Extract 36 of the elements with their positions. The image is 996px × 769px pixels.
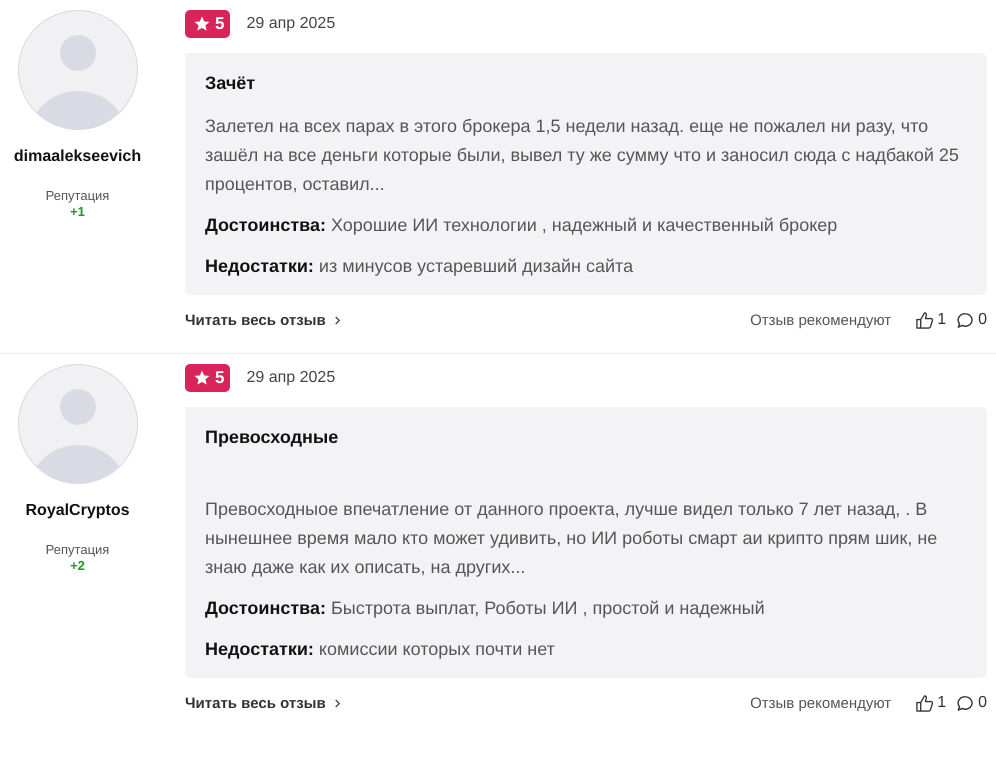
review-date: 29 апр 2025 <box>246 369 336 387</box>
like-button[interactable]: 1 <box>915 694 946 712</box>
comments-button[interactable]: 0 <box>956 694 987 712</box>
pros-text: Достоинства: Быстрота выплат, Роботы ИИ , простой и надежный <box>205 597 766 620</box>
avatar-icon <box>18 10 138 130</box>
comment-icon <box>956 310 976 330</box>
cons-text: Недостатки: комиссии которых почти нет <box>205 638 556 661</box>
read-more-link[interactable]: Читать весь отзыв <box>185 694 341 712</box>
reputation-value: +2 <box>70 558 85 573</box>
chevron-icon <box>334 314 341 326</box>
star-icon <box>193 369 211 387</box>
chevron-icon <box>334 698 341 708</box>
reputation-label: Репутация <box>46 542 110 557</box>
review-title: Зачёт <box>205 73 256 94</box>
author-name[interactable]: dimaalekseevich <box>14 148 142 166</box>
read-more-link[interactable]: Читать весь отзыв <box>185 312 341 328</box>
reputation-value: +1 <box>70 204 85 219</box>
rating-value: 5 <box>215 14 224 34</box>
recommend-label: Отзыв рекомендуют <box>750 312 892 328</box>
rating-value: 5 <box>215 368 224 388</box>
review-text: Залетел на всех парах в этого брокера 1,5 недели назад. еще не пожалел ни разу, что зашёл на все деньги которые были, вывел ту же сумму что и заносил сюда с надбакой 25 процентов, оставил... <box>205 115 960 196</box>
cons-text: Недостатки: из минусов устаревший дизайн сайта <box>205 255 634 278</box>
pros-text: Достоинства: Хорошие ИИ технологии , надежный и качественный брокер <box>205 214 838 237</box>
avatar-icon <box>18 364 138 484</box>
review-text: Превосходныое впечатление от данного проекта, лучше видел только 7 лет назад, . В нынешнее время мало кто может удивить, но ИИ роботы смарт аи крипто прям шик, не знаю даже как их описать, на других... <box>205 498 938 579</box>
thumbs-up-icon <box>915 310 934 330</box>
review-date: 29 апр 2025 <box>246 15 336 33</box>
reputation-label: Репутация <box>46 188 110 203</box>
star-icon <box>193 15 211 33</box>
like-button[interactable]: 1 <box>915 310 946 330</box>
author-name[interactable]: RoyalCryptos <box>25 502 130 520</box>
recommend-label: Отзыв рекомендуют <box>750 694 892 712</box>
comments-button[interactable]: 0 <box>956 310 987 330</box>
thumbs-up-icon <box>915 694 934 712</box>
comment-icon <box>956 694 976 712</box>
review-title: Превосходные <box>205 427 340 448</box>
